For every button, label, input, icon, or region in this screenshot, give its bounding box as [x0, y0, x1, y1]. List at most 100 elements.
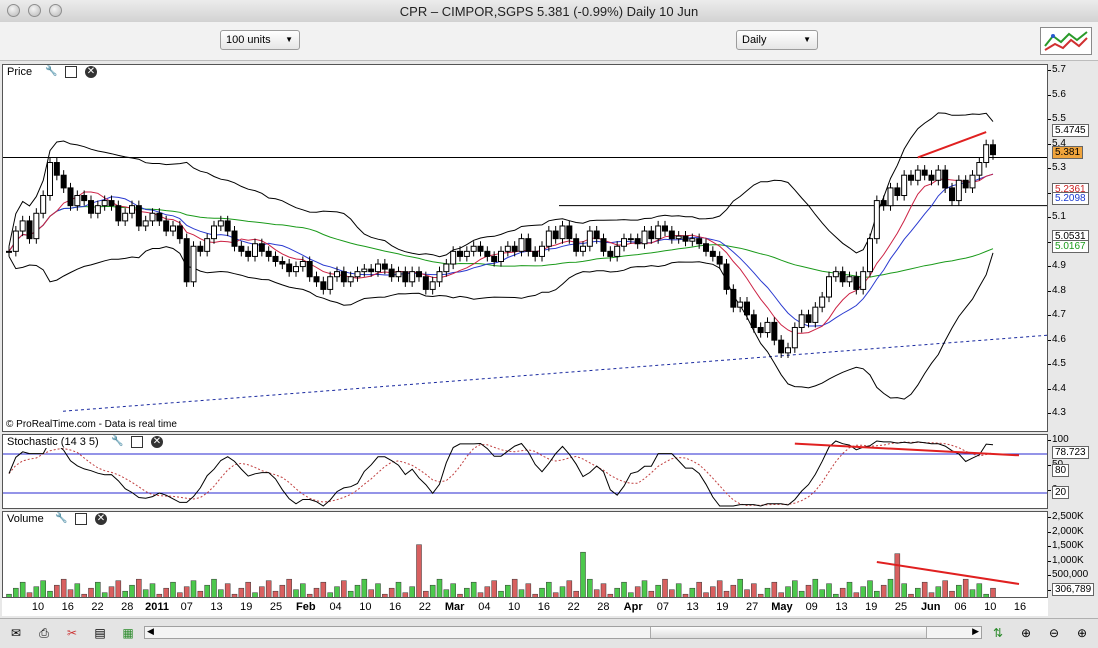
scrollbar-thumb[interactable] [650, 627, 927, 638]
volume-bar [40, 580, 46, 597]
close-icon[interactable]: ✕ [151, 436, 163, 448]
zoom-in-icon[interactable]: ⊕ [1074, 626, 1090, 640]
units-value: 100 units [226, 34, 271, 46]
candle-body [641, 230, 648, 245]
volume-bar [805, 584, 812, 597]
horizontal-scrollbar[interactable]: ◀ ▶ [144, 626, 982, 639]
candle-body [627, 238, 634, 241]
scroll-right-icon[interactable]: ▶ [972, 626, 979, 637]
candle-body [19, 220, 26, 232]
volume-bar [470, 581, 477, 597]
candle-body [887, 187, 894, 207]
candle-body [518, 238, 525, 252]
volume-bar [375, 583, 381, 597]
candle-body [935, 169, 942, 181]
volume-bar [491, 580, 497, 597]
volume-bar [13, 587, 19, 597]
candle-body [791, 326, 798, 349]
price-chart[interactable] [3, 65, 1048, 432]
wrench-icon[interactable]: 🔧 [55, 513, 67, 525]
volume-bar [587, 578, 593, 597]
zoom-out-icon[interactable]: ⊖ [1046, 626, 1062, 640]
envelope-icon[interactable]: ✉ [8, 626, 24, 640]
candle-body [580, 245, 586, 252]
clipboard-icon[interactable]: ▤ [92, 626, 108, 640]
candle-body [908, 174, 914, 181]
candle-body [224, 220, 231, 232]
volume-bar [163, 587, 169, 597]
volume-bar [641, 580, 648, 597]
cut-icon[interactable]: ✂ [64, 626, 80, 640]
volume-bar [259, 586, 265, 597]
date-axis-label: 10 [31, 601, 45, 613]
date-axis-label: 22 [418, 601, 431, 613]
candle-body [853, 276, 860, 290]
candle-body [894, 187, 901, 197]
volume-chart[interactable] [3, 512, 1048, 598]
date-axis-label: 19 [865, 601, 878, 613]
candle-body [832, 271, 839, 278]
volume-bar [689, 587, 696, 597]
date-axis-label: 16 [537, 601, 550, 613]
candle-body [265, 250, 272, 257]
volume-bar [580, 551, 586, 597]
date-axis-label: Mar [444, 601, 465, 613]
volume-bar [710, 586, 716, 597]
volume-panel[interactable]: Volume 🔧 ✕ [2, 511, 1048, 598]
candle-body [511, 245, 518, 252]
print-icon[interactable]: ⎙ [36, 626, 52, 640]
stochastic-panel[interactable]: Stochastic (14 3 5) 🔧 ✕ [2, 434, 1048, 509]
volume-bar [395, 581, 402, 597]
window-icon[interactable] [131, 436, 143, 448]
indicator-add-icon[interactable]: ⇅ [990, 626, 1006, 640]
window-icon[interactable] [65, 66, 77, 78]
value-tag: 306,789 [1052, 583, 1095, 596]
timeframe-select[interactable]: Daily ▼ [736, 30, 818, 50]
volume-bar [211, 578, 217, 597]
volume-bar [136, 578, 142, 597]
date-axis-label: 19 [716, 601, 729, 613]
candle-body [709, 250, 716, 257]
volume-bar [60, 578, 67, 597]
wrench-icon[interactable]: 🔧 [111, 436, 123, 448]
volume-bar [723, 590, 730, 597]
candle-body [245, 250, 252, 257]
volume-bar [798, 590, 805, 597]
candle-body [211, 225, 217, 240]
candle-body [409, 271, 416, 283]
candle-body [88, 200, 94, 214]
window-icon[interactable] [75, 513, 87, 525]
date-axis-label: 22 [91, 601, 104, 613]
scroll-left-icon[interactable]: ◀ [147, 626, 154, 637]
date-axis-label: Feb [296, 601, 316, 613]
close-icon[interactable]: ✕ [95, 513, 107, 525]
grid-icon[interactable]: ▦ [120, 626, 136, 640]
price-panel[interactable]: Price 🔧 ✕ © ProRealTime.com - Data is re… [2, 64, 1048, 432]
wrench-icon[interactable]: 🔧 [45, 66, 57, 78]
candle-body [552, 230, 559, 240]
zoom-fit-icon[interactable]: ⊕ [1018, 626, 1034, 640]
candle-body [532, 250, 539, 257]
close-icon[interactable]: ✕ [85, 66, 97, 78]
volume-bar [675, 583, 682, 597]
volume-bar [949, 590, 955, 597]
divergence-arrow [917, 131, 987, 159]
candle-body [812, 306, 819, 323]
volume-bar [894, 553, 901, 597]
volume-bar [956, 584, 962, 597]
date-axis-label: 16 [388, 601, 402, 613]
candle-body [381, 263, 388, 270]
candle-body [559, 225, 566, 240]
candle-body [204, 238, 211, 252]
indicator-logo-icon[interactable] [1040, 27, 1092, 55]
volume-bar [990, 587, 996, 597]
date-axis-label: 16 [1013, 601, 1027, 613]
candle-body [491, 255, 498, 262]
candle-body [422, 276, 429, 290]
candle-body [703, 243, 709, 252]
axis-tick-label: 500,000 [1047, 569, 1089, 580]
units-select[interactable]: 100 units ▼ [220, 30, 300, 50]
candle-body [614, 245, 621, 257]
candle-body [504, 245, 511, 252]
candle-body [388, 268, 395, 278]
